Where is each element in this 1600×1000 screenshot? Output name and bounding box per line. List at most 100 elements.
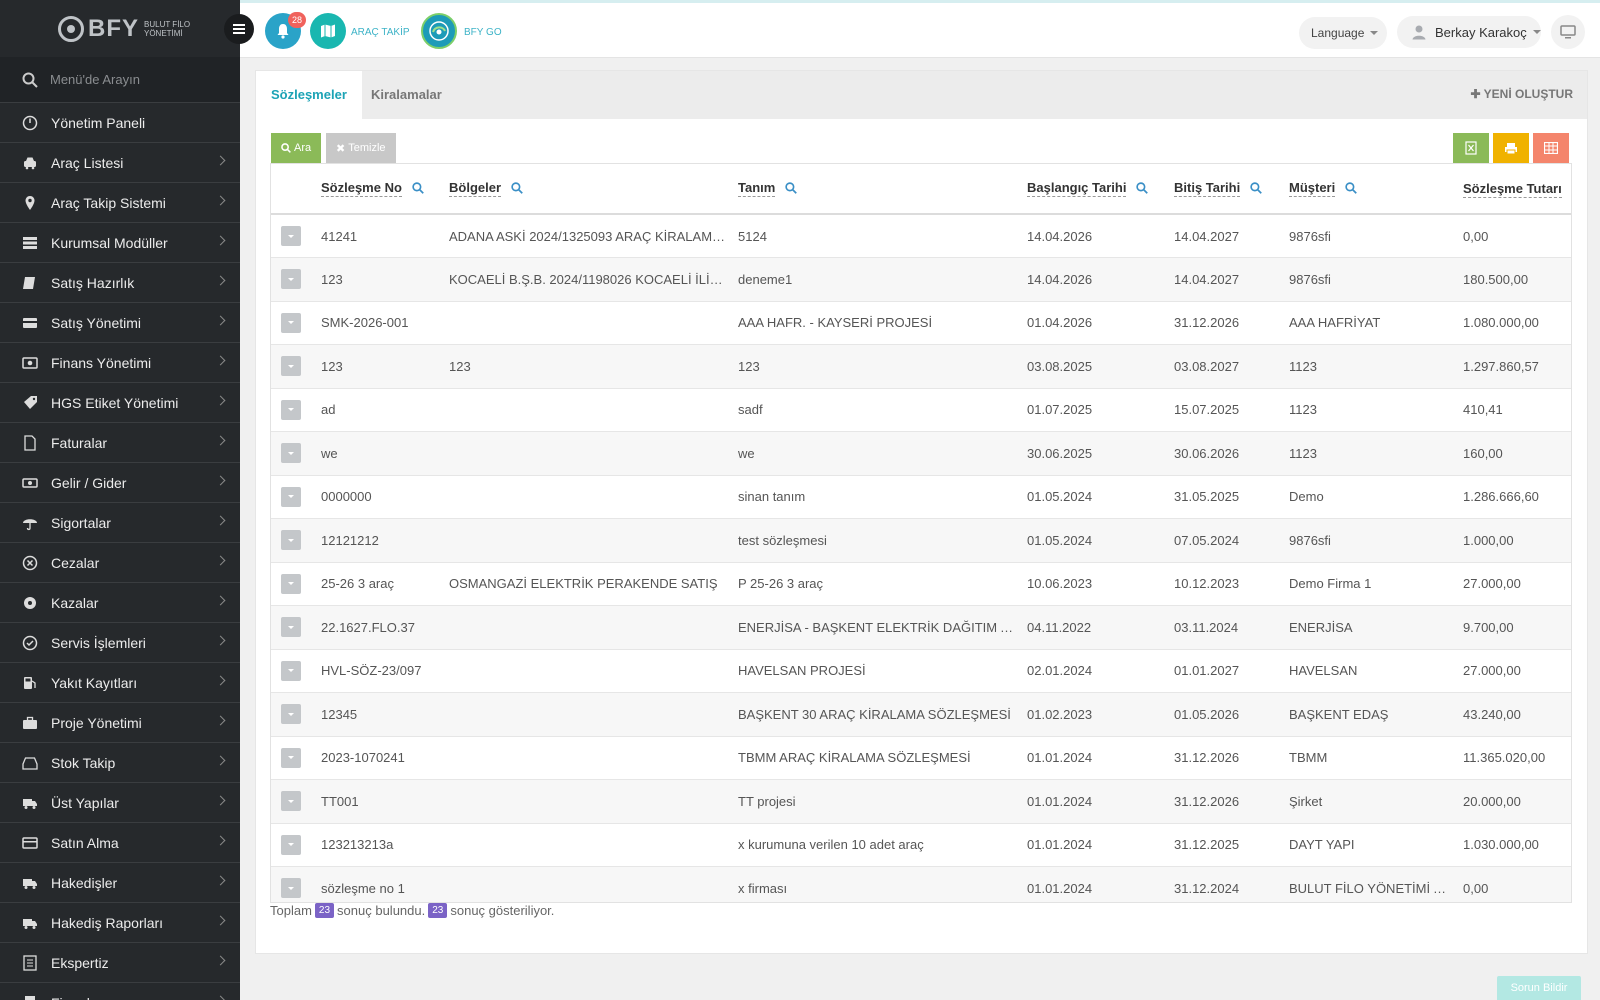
column-header[interactable]: Sözleşme No [315, 164, 443, 215]
table-cell: DAYT YAPI [1283, 823, 1457, 867]
expand-row-button[interactable] [281, 399, 301, 420]
caret-down-icon [288, 277, 294, 281]
clear-button[interactable]: ✖ Temizle [326, 133, 396, 163]
sidebar-item-faturalar[interactable]: Faturalar [0, 423, 240, 463]
sidebar-item-satış-yönetimi[interactable]: Satış Yönetimi [0, 303, 240, 343]
column-search-icon[interactable] [412, 181, 424, 197]
table-row[interactable]: 123 123 123 03.08.2025 03.08.2027 1123 1.297.8… [271, 344, 1571, 389]
expand-row-button[interactable] [281, 791, 301, 812]
column-search-icon[interactable] [511, 181, 523, 197]
column-header[interactable]: Tanım [732, 164, 1021, 215]
expand-row-button[interactable] [281, 660, 301, 681]
tab-contracts[interactable]: Sözleşmeler [256, 71, 362, 119]
sidebar-item-yönetim-paneli[interactable]: Yönetim Paneli [0, 103, 240, 143]
sidebar-item-satış-hazırlık[interactable]: Satış Hazırlık [0, 263, 240, 303]
user-menu[interactable]: Berkay Karakoç [1397, 16, 1541, 48]
table-row[interactable]: 41241 ADANA ASKİ 2024/1325093 ARAÇ KİRALA… [271, 214, 1571, 258]
sidebar-item-araç-takip-sistemi[interactable]: Araç Takip Sistemi [0, 183, 240, 223]
bfy-go-link[interactable]: BFY GO [464, 27, 502, 38]
language-dropdown[interactable]: Language [1299, 17, 1387, 49]
expand-row-button[interactable] [281, 269, 301, 290]
caret-down-icon [288, 364, 294, 368]
sidebar-item-araç-listesi[interactable]: Araç Listesi [0, 143, 240, 183]
expand-row-button[interactable] [281, 312, 301, 333]
sidebar-item-gelir-gider[interactable]: Gelir / Gider [0, 463, 240, 503]
print-button[interactable] [1493, 133, 1529, 163]
sidebar-item-üst-yapılar[interactable]: Üst Yapılar [0, 783, 240, 823]
bfy-go-button[interactable] [421, 13, 457, 49]
table-cell: 1.297.860,57 [1457, 344, 1571, 389]
table-cell: KOCAELİ B.Ş.B. 2024/1198026 KOCAELİ İLİ … [443, 257, 732, 302]
sidebar-item-hakediş-raporları[interactable]: Hakediş Raporları [0, 903, 240, 943]
column-search-icon[interactable] [1345, 181, 1358, 197]
arac-takip-button[interactable] [310, 13, 346, 49]
menu-search-input[interactable] [50, 72, 220, 87]
sidebar-item-finans-yönetimi[interactable]: Finans Yönetimi [0, 343, 240, 383]
column-search-icon[interactable] [1136, 181, 1149, 197]
contracts-table-wrap[interactable]: Sözleşme No Bölgeler Tanım Başlangıç Tarihi… [270, 163, 1572, 903]
table-row[interactable]: sözleşme no 1 x firması 01.01.2024 31.12.20… [271, 866, 1571, 902]
expand-row-button[interactable] [281, 834, 301, 855]
sidebar-item-firmalar[interactable]: Firmalar [0, 983, 240, 1000]
table-row[interactable]: 22.1627.FLO.37 ENERJİSA - BAŞKENT ELEKTRİ… [271, 605, 1571, 650]
expand-row-button[interactable] [281, 486, 301, 507]
expand-row-button[interactable] [281, 704, 301, 725]
sidebar-item-kurumsal-modüller[interactable]: Kurumsal Modüller [0, 223, 240, 263]
column-search-icon[interactable] [785, 181, 798, 197]
table-row[interactable]: 0000000 sinan tanım 01.05.2024 31.05.2025 De… [271, 475, 1571, 519]
column-header[interactable]: Sözleşme Tutarı [1457, 164, 1571, 215]
table-row[interactable]: we we 30.06.2025 30.06.2026 1123 160,00 [271, 431, 1571, 476]
sidebar-item-sigortalar[interactable]: Sigortalar [0, 503, 240, 543]
column-header[interactable]: Müşteri [1283, 164, 1457, 215]
table-row[interactable]: 12345 BAŞKENT 30 ARAÇ KİRALAMA SÖZLEŞMESİ… [271, 692, 1571, 737]
export-excel-button[interactable] [1453, 133, 1489, 163]
expand-row-button[interactable] [281, 747, 301, 768]
sidebar-item-hakedişler[interactable]: Hakedişler [0, 863, 240, 903]
expand-row-button[interactable] [281, 226, 301, 246]
column-search-icon[interactable] [1250, 181, 1263, 197]
table-row[interactable]: SMK-2026-001 AAA HAFR. - KAYSERİ PROJESİ 0… [271, 301, 1571, 345]
chevron-right-icon [215, 955, 226, 966]
table-icon [1544, 142, 1558, 154]
table-row[interactable]: 123213213a x kurumuna verilen 10 adet ara… [271, 823, 1571, 867]
sidebar-item-servis-i-şlemleri[interactable]: Servis İşlemleri [0, 623, 240, 663]
chevron-right-icon [215, 275, 226, 286]
expand-row-button[interactable] [281, 573, 301, 594]
sidebar-item-label: Hakedişler [51, 874, 118, 891]
sidebar-item-satın-alma[interactable]: Satın Alma [0, 823, 240, 863]
expand-row-button[interactable] [281, 356, 301, 377]
fullscreen-button[interactable] [1551, 15, 1585, 49]
search-button[interactable]: Ara [271, 133, 322, 163]
sidebar-item-proje-yönetimi[interactable]: Proje Yönetimi [0, 703, 240, 743]
table-row[interactable]: ad sadf 01.07.2025 15.07.2025 1123 410,41 [271, 388, 1571, 432]
sidebar-item-stok-takip[interactable]: Stok Takip [0, 743, 240, 783]
expand-row-button[interactable] [281, 617, 301, 638]
sidebar-item-kazalar[interactable]: Kazalar [0, 583, 240, 623]
sidebar-item-yakıt-kayıtları[interactable]: Yakıt Kayıtları [0, 663, 240, 703]
new-create-button[interactable]: ✚ YENİ OLUŞTUR [1470, 87, 1573, 101]
menu-toggle-button[interactable] [224, 14, 254, 44]
column-header[interactable]: Başlangıç Tarihi [1021, 164, 1168, 215]
report-issue-button[interactable]: Sorun Bildir [1497, 976, 1581, 1000]
table-row[interactable]: HVL-SÖZ-23/097 HAVELSAN PROJESİ 02.01.2024… [271, 649, 1571, 693]
expand-row-button[interactable] [281, 530, 301, 551]
table-row[interactable]: 25-26 3 araç OSMANGAZİ ELEKTRİK PERAKENDE… [271, 562, 1571, 606]
expand-row-button[interactable] [281, 878, 301, 899]
column-toggle-button[interactable] [1533, 133, 1569, 163]
table-row[interactable]: TT001 TT projesi 01.01.2024 31.12.2026 Şirke… [271, 779, 1571, 824]
column-header[interactable]: Bölgeler [443, 164, 732, 215]
file-icon [21, 434, 39, 452]
brand-logo[interactable]: BFY BULUT FİLO YÖNETİMİ [0, 0, 240, 57]
column-header[interactable]: Bitiş Tarihi [1168, 164, 1283, 215]
sidebar-item-cezalar[interactable]: Cezalar [0, 543, 240, 583]
arac-takip-link[interactable]: ARAÇ TAKİP [351, 27, 410, 38]
sidebar-item-label: Araç Listesi [51, 154, 124, 171]
table-row[interactable]: 2023-1070241 TBMM ARAÇ KİRALAMA SÖZLEŞMES… [271, 736, 1571, 780]
sidebar-item-hgs-etiket-yönetimi[interactable]: HGS Etiket Yönetimi [0, 383, 240, 423]
table-cell: 31.12.2024 [1168, 866, 1283, 902]
table-row[interactable]: 12121212 test sözleşmesi 01.05.2024 07.05.2… [271, 518, 1571, 563]
expand-row-button[interactable] [281, 443, 301, 464]
tab-rentals[interactable]: Kiralamalar [356, 71, 457, 119]
sidebar-item-ekspertiz[interactable]: Ekspertiz [0, 943, 240, 983]
table-row[interactable]: 123 KOCAELİ B.Ş.B. 2024/1198026 KOCAELİ İ… [271, 257, 1571, 302]
